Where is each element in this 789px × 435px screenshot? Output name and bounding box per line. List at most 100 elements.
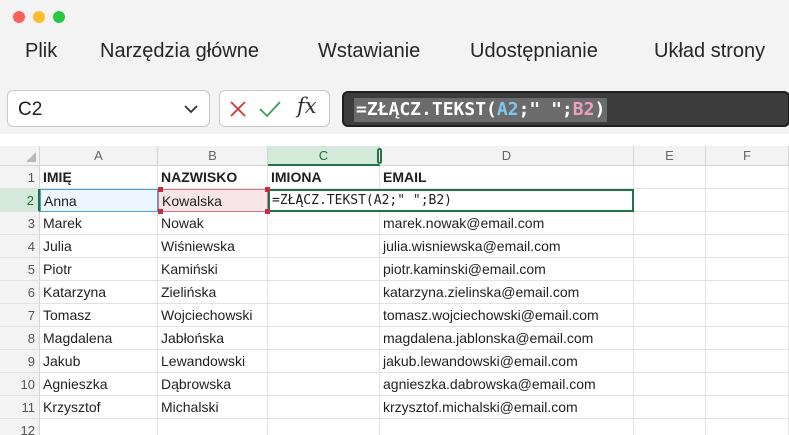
reference-handle[interactable] [265, 209, 270, 214]
cell-c12[interactable] [268, 419, 380, 435]
checkmark-icon[interactable] [258, 99, 282, 124]
column-resize-handle[interactable] [377, 148, 382, 164]
cell-b9[interactable]: Lewandowski [158, 350, 268, 373]
cell-a1[interactable]: IMIĘ [40, 166, 158, 189]
row-header-11[interactable]: 11 [0, 396, 40, 419]
cancel-icon[interactable] [228, 99, 248, 124]
cell-d6[interactable]: katarzyna.zielinska@email.com [380, 281, 634, 304]
cell-d5[interactable]: piotr.kaminski@email.com [380, 258, 634, 281]
cell-b6[interactable]: Zielińska [158, 281, 268, 304]
cell-d8[interactable]: magdalena.jablonska@email.com [380, 327, 634, 350]
cell-b3[interactable]: Nowak [158, 212, 268, 235]
cell-e10[interactable] [634, 373, 706, 396]
cell-a5[interactable]: Piotr [40, 258, 158, 281]
cell-e12[interactable] [634, 419, 706, 435]
cell-a9[interactable]: Jakub [40, 350, 158, 373]
cell-c2[interactable]: =ZŁĄCZ.TEKST(A2;" ";B2) [268, 189, 634, 212]
formula-bar[interactable]: =ZŁĄCZ.TEKST(A2;" ";B2) [342, 91, 789, 127]
cell-b1[interactable]: NAZWISKO [158, 166, 268, 189]
cell-a2[interactable]: Anna [40, 189, 158, 212]
cell-f2[interactable] [706, 189, 789, 212]
cell-c7[interactable] [268, 304, 380, 327]
column-header-d[interactable]: D [380, 146, 634, 166]
cell-e1[interactable] [634, 166, 706, 189]
cell-b7[interactable]: Wojciechowski [158, 304, 268, 327]
cell-d1[interactable]: EMAIL [380, 166, 634, 189]
cell-f4[interactable] [706, 235, 789, 258]
menu-narzedzia-glowne[interactable]: Narzędzia główne [100, 40, 259, 63]
reference-handle[interactable] [158, 187, 163, 192]
cell-e7[interactable] [634, 304, 706, 327]
cell-f5[interactable] [706, 258, 789, 281]
row-header-2[interactable]: 2 [0, 189, 40, 212]
cell-b5[interactable]: Kamiński [158, 258, 268, 281]
reference-handle[interactable] [158, 209, 163, 214]
cell-c9[interactable] [268, 350, 380, 373]
column-header-a[interactable]: A [40, 146, 158, 166]
cell-f3[interactable] [706, 212, 789, 235]
row-header-12[interactable]: 12 [0, 419, 40, 435]
cell-e4[interactable] [634, 235, 706, 258]
cell-b4[interactable]: Wiśniewska [158, 235, 268, 258]
cell-b10[interactable]: Dąbrowska [158, 373, 268, 396]
row-header-3[interactable]: 3 [0, 212, 40, 235]
cell-d11[interactable]: krzysztof.michalski@email.com [380, 396, 634, 419]
cell-d9[interactable]: jakub.lewandowski@email.com [380, 350, 634, 373]
cell-f1[interactable] [706, 166, 789, 189]
row-header-7[interactable]: 7 [0, 304, 40, 327]
row-header-4[interactable]: 4 [0, 235, 40, 258]
cell-d10[interactable]: agnieszka.dabrowska@email.com [380, 373, 634, 396]
cell-f10[interactable] [706, 373, 789, 396]
minimize-window-button[interactable] [33, 11, 45, 23]
column-header-c[interactable]: C [268, 146, 380, 166]
cell-f8[interactable] [706, 327, 789, 350]
menu-uklad-strony[interactable]: Układ strony [654, 40, 765, 63]
cell-c3[interactable] [268, 212, 380, 235]
cell-a12[interactable] [40, 419, 158, 435]
cell-f12[interactable] [706, 419, 789, 435]
cell-d7[interactable]: tomasz.wojciechowski@email.com [380, 304, 634, 327]
column-header-e[interactable]: E [634, 146, 706, 166]
name-box[interactable]: C2 [7, 90, 210, 127]
cell-c4[interactable] [268, 235, 380, 258]
cell-e11[interactable] [634, 396, 706, 419]
cell-b12[interactable] [158, 419, 268, 435]
cell-e6[interactable] [634, 281, 706, 304]
cell-e9[interactable] [634, 350, 706, 373]
cell-c8[interactable] [268, 327, 380, 350]
cell-e8[interactable] [634, 327, 706, 350]
cell-d3[interactable]: marek.nowak@email.com [380, 212, 634, 235]
cell-c5[interactable] [268, 258, 380, 281]
chevron-down-icon[interactable] [183, 101, 199, 122]
menu-plik[interactable]: Plik [25, 40, 57, 63]
cell-b11[interactable]: Michalski [158, 396, 268, 419]
cell-a7[interactable]: Tomasz [40, 304, 158, 327]
cell-c1[interactable]: IMIONA [268, 166, 380, 189]
cell-d4[interactable]: julia.wisniewska@email.com [380, 235, 634, 258]
cell-b8[interactable]: Jabłońska [158, 327, 268, 350]
cell-a4[interactable]: Julia [40, 235, 158, 258]
cell-d12[interactable] [380, 419, 634, 435]
row-header-6[interactable]: 6 [0, 281, 40, 304]
row-header-5[interactable]: 5 [0, 258, 40, 281]
row-header-10[interactable]: 10 [0, 373, 40, 396]
maximize-window-button[interactable] [53, 11, 65, 23]
row-header-8[interactable]: 8 [0, 327, 40, 350]
cell-b2[interactable]: Kowalska [158, 189, 268, 212]
cell-e3[interactable] [634, 212, 706, 235]
reference-handle[interactable] [265, 187, 270, 192]
cell-a6[interactable]: Katarzyna [40, 281, 158, 304]
cell-a11[interactable]: Krzysztof [40, 396, 158, 419]
cell-a8[interactable]: Magdalena [40, 327, 158, 350]
menu-udostepnianie[interactable]: Udostępnianie [470, 40, 598, 63]
cell-f11[interactable] [706, 396, 789, 419]
column-header-f[interactable]: F [706, 146, 789, 166]
menu-wstawianie[interactable]: Wstawianie [318, 40, 420, 63]
row-header-1[interactable]: 1 [0, 166, 40, 189]
close-window-button[interactable] [13, 11, 25, 23]
cell-c10[interactable] [268, 373, 380, 396]
row-header-9[interactable]: 9 [0, 350, 40, 373]
select-all-corner[interactable] [0, 146, 40, 166]
cell-f9[interactable] [706, 350, 789, 373]
cell-f6[interactable] [706, 281, 789, 304]
